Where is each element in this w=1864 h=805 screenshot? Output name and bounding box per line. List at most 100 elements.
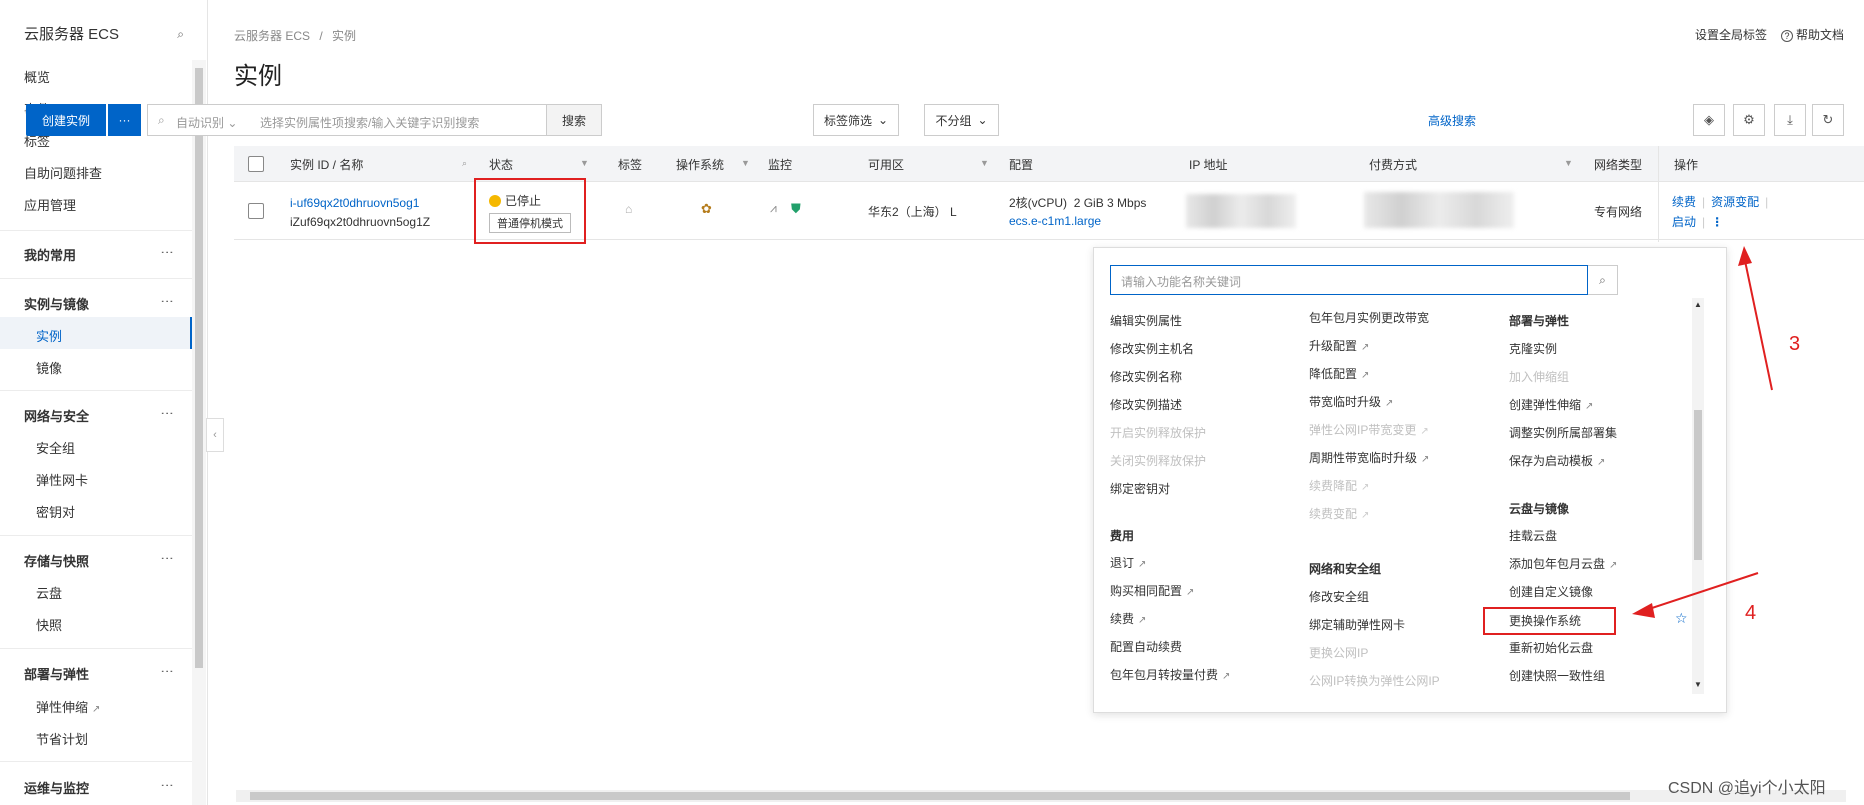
menu-item-label: 添加包年包月云盘 — [1509, 557, 1606, 571]
sidebar-item-overview[interactable]: 概览 — [24, 67, 50, 86]
menu-item[interactable]: 购买相同配置 ↗ — [1110, 582, 1194, 599]
search-icon[interactable]: ⌕ — [462, 158, 467, 169]
sidebar-item-autoscaling[interactable]: 弹性伸缩 ↗ — [36, 697, 100, 716]
select-all-checkbox[interactable] — [248, 156, 264, 172]
menu-item[interactable]: 带宽临时升级 ↗ — [1309, 393, 1393, 410]
scrollbar-thumb[interactable] — [1694, 410, 1702, 560]
layers-icon[interactable]: ◈ — [1693, 104, 1725, 136]
sidebar-group-instances-images[interactable]: 实例与镜像 — [24, 294, 89, 313]
menu-item[interactable]: 周期性带宽临时升级 ↗ — [1309, 449, 1429, 466]
sidebar-item-snapshot[interactable]: 快照 — [36, 615, 62, 634]
filter-icon[interactable]: ▼ — [980, 158, 989, 168]
global-tags-link[interactable]: 设置全局标签 — [1695, 26, 1767, 43]
search-mode-select[interactable]: 自动识别 ⌄ — [176, 114, 237, 131]
chevron-down-icon: ⌄ — [227, 116, 238, 130]
scroll-up-icon[interactable]: ▲ — [1694, 300, 1702, 309]
more-dots-icon[interactable]: ⋮ — [160, 552, 175, 564]
download-icon[interactable]: ⤓ — [1774, 104, 1806, 136]
tag-filter-button[interactable]: 标签筛选 ⌄ — [813, 104, 899, 136]
menu-item[interactable]: 克隆实例 — [1509, 340, 1557, 357]
tag-icon[interactable]: ⌂ — [625, 202, 632, 216]
breadcrumb-root[interactable]: 云服务器 ECS — [234, 29, 310, 43]
sidebar-scrollbar[interactable] — [192, 60, 206, 805]
menu-item[interactable]: 添加包年包月云盘 ↗ — [1509, 555, 1617, 572]
gear-icon[interactable]: ⚙ — [1733, 104, 1765, 136]
sidebar-group-storage[interactable]: 存储与快照 — [24, 551, 89, 570]
panel-scrollbar[interactable]: ▲ ▼ — [1692, 298, 1704, 694]
more-dots-icon[interactable]: ⋮ — [160, 665, 175, 677]
star-icon[interactable]: ☆ — [1675, 610, 1688, 627]
menu-item[interactable]: 创建弹性伸缩 ↗ — [1509, 396, 1593, 413]
menu-item[interactable]: 退订 ↗ — [1110, 554, 1146, 571]
scroll-down-icon[interactable]: ▼ — [1694, 680, 1702, 689]
menu-item[interactable]: 修改安全组 — [1309, 588, 1369, 605]
create-instance-button[interactable]: 创建实例 — [26, 104, 106, 136]
col-os: 操作系统 — [676, 158, 725, 172]
sidebar-group-favorites[interactable]: 我的常用 — [24, 245, 76, 264]
sidebar-group-deploy-elastic[interactable]: 部署与弹性 — [24, 664, 89, 683]
more-dots-icon[interactable]: ⋮ — [160, 246, 175, 258]
config-spec: 2核(vCPU) 2 GiB 3 Mbps — [1009, 194, 1146, 211]
more-dots-icon[interactable]: ⋮ — [160, 295, 175, 307]
external-link-icon: ↗ — [1420, 426, 1429, 437]
advanced-search-link[interactable]: 高级搜索 — [1428, 112, 1476, 129]
more-actions-button[interactable]: ··· — [108, 104, 141, 136]
menu-item[interactable]: 挂载云盘 — [1509, 527, 1557, 544]
menu-item-label: 保存为启动模板 — [1509, 454, 1594, 468]
instance-type-link[interactable]: ecs.e-c1m1.large — [1009, 214, 1101, 228]
search-input[interactable]: ⌕ 自动识别 ⌄ 选择实例属性项搜索/输入关键字识别搜索 — [147, 104, 547, 136]
sidebar-item-images[interactable]: 镜像 — [36, 358, 62, 377]
menu-item[interactable]: 升级配置 ↗ — [1309, 337, 1369, 354]
menu-item[interactable]: 绑定密钥对 — [1110, 480, 1170, 497]
refresh-icon[interactable]: ↻ — [1812, 104, 1844, 136]
help-docs-link[interactable]: ? 帮助文档 — [1781, 26, 1844, 43]
sidebar-item-troubleshoot[interactable]: 自助问题排查 — [24, 163, 102, 182]
sidebar-item-app-manage[interactable]: 应用管理 — [24, 195, 76, 214]
menu-item[interactable]: 编辑实例属性 — [1110, 312, 1182, 329]
filter-icon[interactable]: ▼ — [580, 158, 589, 168]
menu-item[interactable]: 重新初始化云盘 — [1509, 639, 1593, 656]
horizontal-scrollbar[interactable] — [236, 790, 1846, 802]
menu-item[interactable]: 配置自动续费 — [1110, 638, 1182, 655]
filter-icon[interactable]: ▼ — [1564, 158, 1573, 168]
search-button[interactable]: 搜索 — [546, 104, 602, 136]
menu-item[interactable]: 续费 ↗ — [1110, 610, 1146, 627]
more-actions-panel: 请输入功能名称关键词 ⌕ 编辑实例属性 修改实例主机名 修改实例名称 修改实例描… — [1093, 247, 1727, 713]
menu-item[interactable]: 修改实例主机名 — [1110, 340, 1194, 357]
menu-item[interactable]: 绑定辅助弹性网卡 — [1309, 616, 1405, 633]
sidebar-item-security-group[interactable]: 安全组 — [36, 438, 75, 457]
menu-item[interactable]: 创建快照一致性组 — [1509, 667, 1605, 684]
menu-item-disabled: 开启实例释放保护 — [1110, 426, 1207, 440]
instance-name: iZuf69qx2t0dhruovn5og1Z — [290, 215, 431, 229]
menu-item[interactable]: 降低配置 ↗ — [1309, 365, 1369, 382]
menu-item[interactable]: 包年包月转按量付费 ↗ — [1110, 666, 1230, 683]
sidebar-item-instances[interactable]: 实例 — [36, 326, 62, 345]
os-icon: ✿ — [701, 201, 712, 216]
group-select[interactable]: 不分组 ⌄ — [924, 104, 999, 136]
instance-id-link[interactable]: i-uf69qx2t0dhruovn5og1 — [290, 196, 419, 210]
chart-icon[interactable]: ⩘ — [770, 201, 777, 216]
sidebar-group-ops-monitor[interactable]: 运维与监控 — [24, 778, 89, 797]
sidebar-item-disk[interactable]: 云盘 — [36, 583, 62, 602]
row-checkbox[interactable] — [248, 203, 264, 219]
more-dots-icon[interactable]: ⋮ — [160, 779, 175, 791]
scrollbar-thumb[interactable] — [195, 68, 203, 668]
menu-item[interactable]: 修改实例名称 — [1110, 368, 1182, 385]
filter-icon[interactable]: ▼ — [741, 158, 750, 168]
menu-item[interactable]: 调整实例所属部署集 — [1509, 424, 1617, 441]
sidebar-item-eni[interactable]: 弹性网卡 — [36, 470, 88, 489]
function-search-input[interactable]: 请输入功能名称关键词 — [1110, 265, 1588, 295]
menu-item[interactable]: 保存为启动模板 ↗ — [1509, 452, 1605, 469]
more-dots-icon[interactable]: ⋮ — [160, 407, 175, 419]
divider — [0, 278, 192, 279]
sidebar-item-savings-plan[interactable]: 节省计划 — [36, 729, 88, 748]
menu-item[interactable]: 修改实例描述 — [1110, 396, 1182, 413]
search-icon[interactable]: ⌕ — [1588, 265, 1618, 295]
sidebar-search-icon[interactable]: ⌕ — [177, 27, 184, 42]
scrollbar-thumb[interactable] — [250, 792, 1630, 800]
sidebar-item-keypair[interactable]: 密钥对 — [36, 502, 75, 521]
menu-item-disabled: 更换公网IP — [1309, 646, 1369, 660]
menu-item[interactable]: 创建自定义镜像 — [1509, 583, 1593, 600]
menu-item[interactable]: 包年包月实例更改带宽 — [1309, 309, 1429, 326]
sidebar-group-network-security[interactable]: 网络与安全 — [24, 406, 89, 425]
